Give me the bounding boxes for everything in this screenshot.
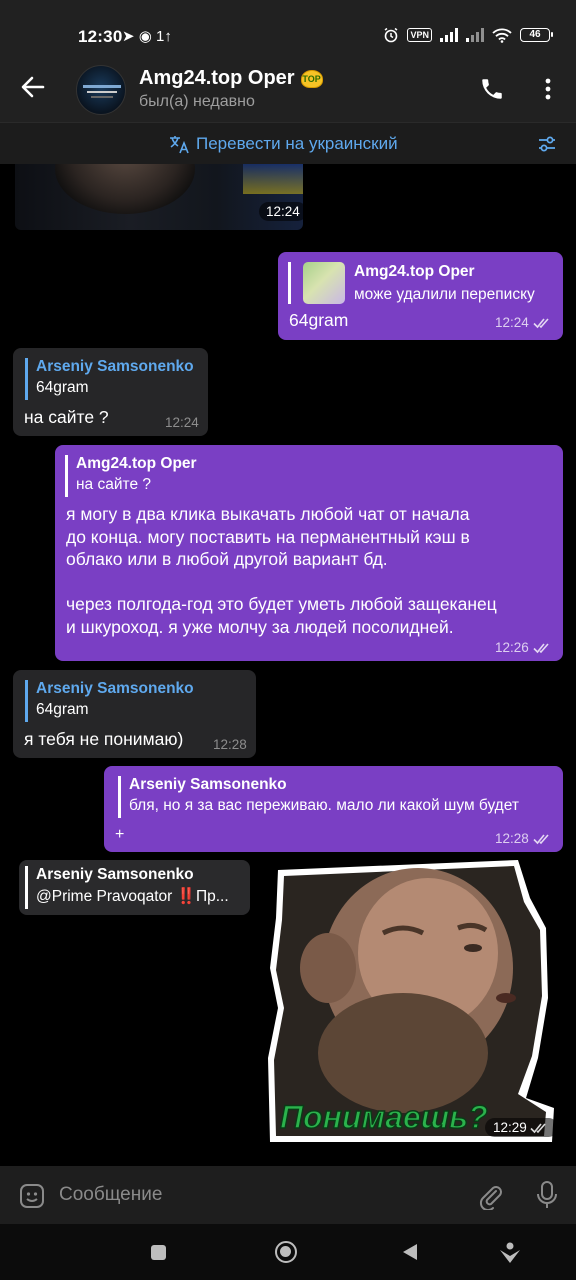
reply-preview[interactable]: Arseniy Samsonenko бля, но я за вас пере… — [118, 776, 558, 818]
message-time: 12:28 — [213, 737, 247, 752]
message-time-row: 12:26 — [495, 640, 553, 655]
signal-icon — [440, 28, 458, 42]
message-time: 12:24 — [259, 202, 303, 221]
wifi-icon — [492, 28, 512, 43]
message-time-row: 12:28 — [495, 831, 553, 846]
reply-preview[interactable]: Arseniy Samsonenko 64gram — [25, 680, 245, 722]
reply-text: @Prime Pravoqator ‼️Пр... — [36, 888, 229, 905]
sticker-reply-preview[interactable]: Arseniy Samsonenko @Prime Pravoqator ‼️П… — [19, 860, 250, 915]
message-line: до конца. могу поставить на перманентный… — [66, 526, 470, 547]
emoji-sticker-icon[interactable] — [18, 1182, 46, 1210]
reply-text: 64gram — [36, 701, 89, 718]
top-badge-icon: TOP — [300, 69, 323, 88]
message-bubble-in[interactable]: Arseniy Samsonenko 64gram на сайте ? 12:… — [13, 348, 208, 436]
reply-author: Arseniy Samsonenko — [36, 680, 194, 697]
message-time: 12:26 — [495, 640, 529, 655]
chat-title-text: Amg24.top Oper — [139, 67, 295, 89]
status-time: 12:30 — [78, 27, 123, 46]
sticker-image[interactable]: Понимаешь? — [268, 858, 554, 1144]
reply-author: Amg24.top Oper — [354, 263, 475, 280]
microphone-icon[interactable] — [535, 1180, 559, 1210]
double-check-icon — [533, 642, 549, 653]
photo-message[interactable]: 12:24 — [15, 164, 303, 230]
double-check-icon — [530, 1122, 546, 1133]
back-arrow-icon[interactable] — [18, 72, 48, 102]
message-line: я могу в два клика выкачать любой чат от… — [66, 504, 470, 524]
message-time: 12:24 — [165, 415, 199, 430]
last-seen-status: был(а) недавно — [139, 93, 255, 110]
message-input[interactable]: Сообщение — [59, 1184, 162, 1206]
back-button[interactable] — [403, 1244, 417, 1260]
alarm-icon — [385, 27, 398, 43]
message-time: 12:29 — [493, 1120, 527, 1135]
double-check-icon — [533, 317, 549, 328]
home-button[interactable] — [275, 1241, 297, 1263]
status-bar: 12:30 ➤ ◉ 1↑ VPN 46 — [0, 0, 576, 56]
system-nav-bar — [0, 1224, 576, 1280]
message-bubble-out[interactable]: Amg24.top Oper може удалили переписку 64… — [278, 252, 563, 340]
message-text: на сайте ? — [24, 407, 109, 427]
reply-preview[interactable]: Arseniy Samsonenko 64gram — [25, 358, 200, 400]
message-line: и шкуроход. я уже молчу за людей посолид… — [66, 616, 454, 637]
message-list[interactable]: 12:24 Amg24.top Oper може удалили перепи… — [0, 164, 576, 1166]
translate-bar[interactable]: Перевести на украинский — [0, 122, 576, 164]
reply-author: Arseniy Samsonenko — [36, 358, 194, 375]
status-right-icons: VPN 46 — [383, 27, 553, 43]
reply-text: на сайте ? — [76, 476, 151, 493]
reply-author: Amg24.top Oper — [76, 455, 197, 472]
chat-title[interactable]: Amg24.top Oper TOP — [139, 67, 323, 90]
reply-preview[interactable]: Amg24.top Oper на сайте ? — [65, 455, 365, 497]
translate-icon — [170, 136, 189, 154]
assistant-icon[interactable] — [498, 1240, 522, 1264]
reply-preview[interactable]: Arseniy Samsonenko @Prime Pravoqator ‼️П… — [25, 866, 240, 909]
message-time: 12:28 — [495, 831, 529, 846]
message-text: + — [115, 826, 125, 843]
reply-text: бля, но я за вас переживаю. мало ли како… — [129, 797, 519, 814]
reply-preview[interactable]: Amg24.top Oper може удалили переписку — [288, 262, 548, 304]
reply-text: може удалили переписку — [354, 286, 535, 303]
status-notification-icons: ➤ ◉ 1↑ — [122, 28, 172, 45]
message-line: через полгода-год это будет уметь любой … — [66, 594, 497, 614]
attach-icon[interactable] — [477, 1182, 505, 1210]
message-composer: Сообщение — [0, 1166, 576, 1224]
reply-thumbnail — [303, 262, 345, 304]
reply-author: Arseniy Samsonenko — [36, 866, 194, 883]
more-vert-icon[interactable] — [538, 76, 558, 102]
avatar[interactable] — [76, 65, 126, 115]
double-check-icon — [533, 833, 549, 844]
signal-2-icon — [466, 28, 484, 42]
message-text: я могу в два клика выкачать любой чат от… — [66, 503, 556, 638]
message-line: облако или в любой другой вариант бд. — [66, 549, 388, 569]
chat-header: Amg24.top Oper TOP был(а) недавно — [0, 56, 576, 122]
translate-settings-icon[interactable] — [536, 133, 558, 155]
message-time-row: 12:24 — [495, 315, 553, 330]
sticker-caption: Понимаешь? — [280, 1099, 488, 1135]
sticker-time-row: 12:29 — [485, 1118, 558, 1137]
message-text: 64gram — [289, 310, 349, 330]
message-text: я тебя не понимаю) — [24, 729, 184, 749]
vpn-icon: VPN — [407, 28, 432, 42]
translate-label: Перевести на украинский — [196, 134, 398, 153]
recents-button[interactable] — [151, 1245, 166, 1260]
battery-icon: 46 — [520, 28, 553, 42]
message-bubble-out[interactable]: Arseniy Samsonenko бля, но я за вас пере… — [104, 766, 563, 852]
reply-text: 64gram — [36, 379, 89, 396]
reply-author: Arseniy Samsonenko — [129, 776, 287, 793]
phone-icon[interactable] — [479, 76, 505, 102]
message-time: 12:24 — [495, 315, 529, 330]
message-bubble-in[interactable]: Arseniy Samsonenko 64gram я тебя не пони… — [13, 670, 256, 758]
translate-button[interactable]: Перевести на украинский — [168, 134, 398, 154]
message-bubble-out[interactable]: Amg24.top Oper на сайте ? я могу в два к… — [55, 445, 563, 661]
